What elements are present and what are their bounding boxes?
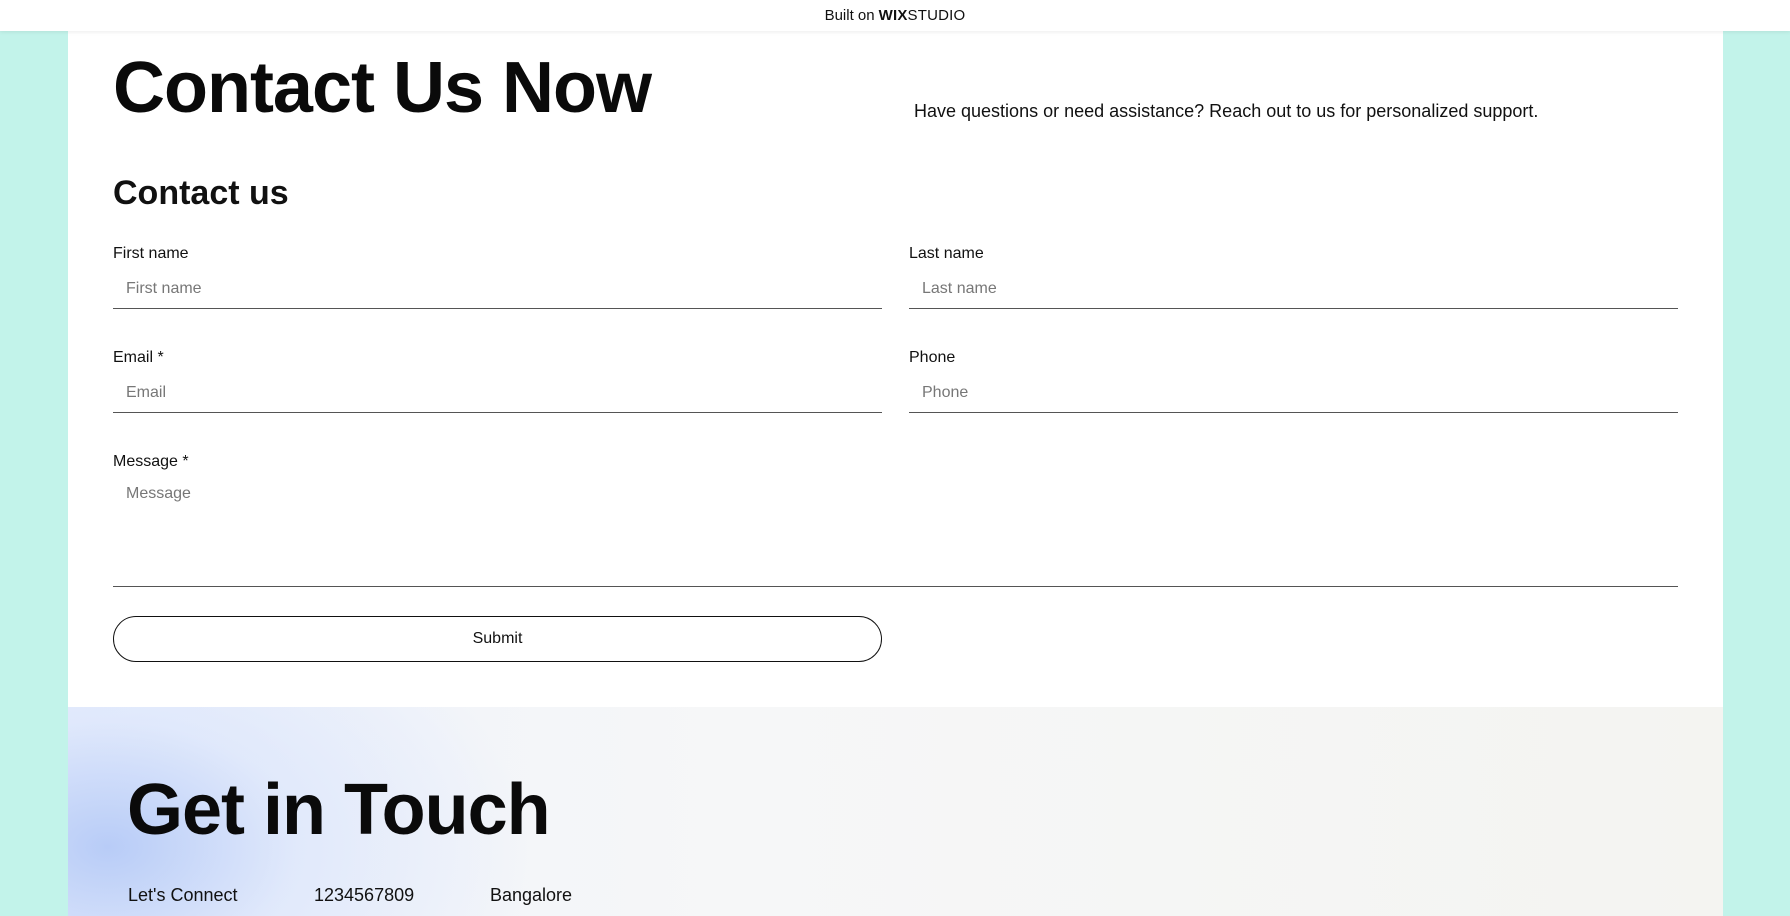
message-label: Message * xyxy=(113,453,189,470)
page-subtitle: Have questions or need assistance? Reach… xyxy=(914,101,1539,121)
email-label: Email * xyxy=(113,349,164,366)
submit-button[interactable]: Submit xyxy=(113,616,882,662)
message-field: Message * xyxy=(113,453,1678,587)
last-name-label: Last name xyxy=(909,245,984,262)
footer-section: Get in Touch Let's Connect 1234567809 Ba… xyxy=(68,707,1723,916)
wix-logo: WIX xyxy=(878,7,908,24)
banner-prefix: Built on xyxy=(824,7,875,24)
page-content: Contact Us Now Have questions or need as… xyxy=(68,31,1723,916)
wix-studio-banner[interactable]: Built on WIX STUDIO xyxy=(0,0,1790,31)
footer-location: Bangalore xyxy=(490,885,573,905)
phone-label: Phone xyxy=(909,349,956,366)
page-title: Contact Us Now xyxy=(113,48,652,128)
email-field: Email * xyxy=(113,349,882,413)
email-input[interactable] xyxy=(113,373,882,413)
first-name-field: First name xyxy=(113,245,882,309)
phone-input[interactable] xyxy=(909,373,1678,413)
last-name-field: Last name xyxy=(909,245,1678,309)
message-textarea[interactable] xyxy=(113,477,1678,587)
studio-logo: STUDIO xyxy=(907,7,966,24)
last-name-input[interactable] xyxy=(909,269,1678,309)
first-name-label: First name xyxy=(113,245,189,262)
phone-field: Phone xyxy=(909,349,1678,413)
footer-phone[interactable]: 1234567809 xyxy=(314,885,414,906)
form-title: Contact us xyxy=(113,174,289,212)
footer-lets-connect: Let's Connect xyxy=(128,885,238,905)
footer-title: Get in Touch xyxy=(127,770,551,850)
first-name-input[interactable] xyxy=(113,269,882,309)
